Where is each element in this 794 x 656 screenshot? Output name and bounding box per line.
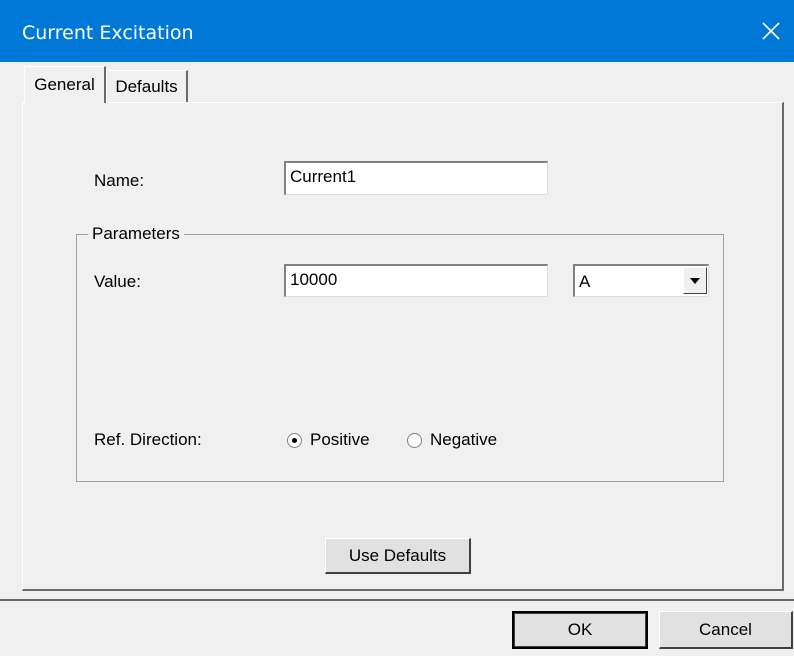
unit-select[interactable]: A [573,264,709,297]
radio-negative-indicator [407,432,422,448]
radio-negative[interactable]: Negative [407,430,497,450]
tab-defaults[interactable]: Defaults [106,70,188,102]
value-field[interactable]: 10000 [284,264,548,297]
radio-positive-label: Positive [310,430,370,449]
ok-button[interactable]: OK [512,611,648,649]
radio-positive-indicator [287,432,302,448]
value-field-value: 10000 [290,270,338,289]
name-field-value: Current1 [290,167,357,186]
close-button[interactable] [748,8,794,54]
cancel-label: Cancel [699,619,752,639]
footer-divider [0,599,794,601]
window-title: Current Excitation [22,22,194,44]
radio-negative-label: Negative [430,430,498,449]
radio-positive[interactable]: Positive [287,430,370,450]
use-defaults-label: Use Defaults [348,545,447,565]
name-label: Name: [94,171,145,190]
use-defaults-button[interactable]: Use Defaults [325,538,471,574]
parameters-group-title: Parameters [88,224,184,244]
title-bar: Current Excitation [0,0,794,62]
tab-general[interactable]: General [24,66,106,103]
tab-defaults-label: Defaults [115,76,178,96]
dropdown-arrow-button[interactable] [683,267,707,294]
cancel-button[interactable]: Cancel [659,611,793,649]
name-field[interactable]: Current1 [284,161,548,195]
unit-select-value: A [579,272,591,291]
ok-label: OK [567,620,593,639]
close-icon [762,22,780,40]
tab-general-label: General [34,75,95,94]
chevron-down-icon [690,277,700,284]
ref-direction-label: Ref. Direction: [94,430,202,449]
value-label: Value: [94,272,141,291]
